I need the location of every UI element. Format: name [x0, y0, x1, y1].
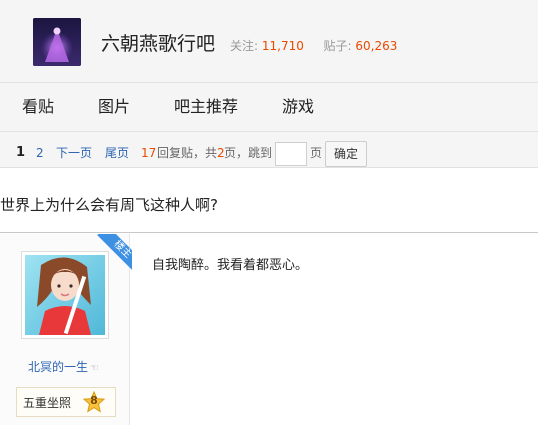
jump-page-input[interactable]: [275, 142, 307, 166]
reply-label: 回复贴，共: [157, 146, 218, 160]
avatar[interactable]: [21, 251, 109, 339]
posts-count: 60,263: [355, 39, 398, 53]
author-name[interactable]: 北冥的一生: [28, 360, 88, 374]
forum-name[interactable]: 六朝燕歌行吧: [101, 31, 215, 57]
reply-count: 17: [141, 146, 157, 160]
thread-title: 世界上为什么会有周飞这种人啊?: [0, 196, 218, 214]
posts-label: 贴子:: [323, 39, 352, 53]
forum-header-area: 六朝燕歌行吧 关注: 11,710 贴子: 60,263 看贴 图片 吧主推荐 …: [0, 0, 538, 168]
author-name-link[interactable]: 北冥的一生 ☜: [28, 359, 99, 377]
forum-stats: 关注: 11,710 贴子: 60,263: [230, 38, 397, 54]
page-unit-label: 页: [310, 146, 323, 160]
last-page-link[interactable]: 尾页: [105, 145, 129, 161]
nav-tab-posts[interactable]: 看贴: [22, 96, 54, 118]
jump-label: 跳到: [248, 146, 273, 160]
nav-tab-games[interactable]: 游戏: [282, 96, 314, 118]
nav-tab-images[interactable]: 图片: [98, 96, 130, 118]
followers-count: 11,710: [261, 39, 304, 53]
next-page-link[interactable]: 下一页: [56, 145, 92, 161]
level-name: 五重坐照: [23, 396, 72, 410]
forum-nav: 看贴 图片 吧主推荐 游戏: [0, 84, 538, 130]
post-content: 自我陶醉。我看着都恶心。: [152, 258, 309, 273]
thread-title-bar: 世界上为什么会有周飞这种人啊?: [0, 169, 538, 233]
jump-confirm-button[interactable]: 确定: [325, 141, 367, 167]
current-page: 1: [16, 145, 26, 160]
pages-label: 页，: [224, 146, 249, 160]
pagination: 1 2 下一页 尾页 17 回复贴，共 2 页， 跳到 页 确定: [0, 131, 538, 168]
forum-logo[interactable]: [33, 18, 81, 66]
hand-pointer-icon: ☜: [90, 363, 99, 374]
followers-label: 关注:: [230, 39, 259, 53]
forum-head: 六朝燕歌行吧 关注: 11,710 贴子: 60,263: [0, 0, 538, 83]
nav-tab-featured[interactable]: 吧主推荐: [174, 96, 238, 118]
page-2-link[interactable]: 2: [36, 145, 44, 161]
level-number: 8: [90, 394, 98, 407]
author-panel: 楼主 北冥的一生 ☜ 五重坐照 8: [0, 234, 132, 425]
level-badge[interactable]: 五重坐照 8: [16, 387, 116, 417]
